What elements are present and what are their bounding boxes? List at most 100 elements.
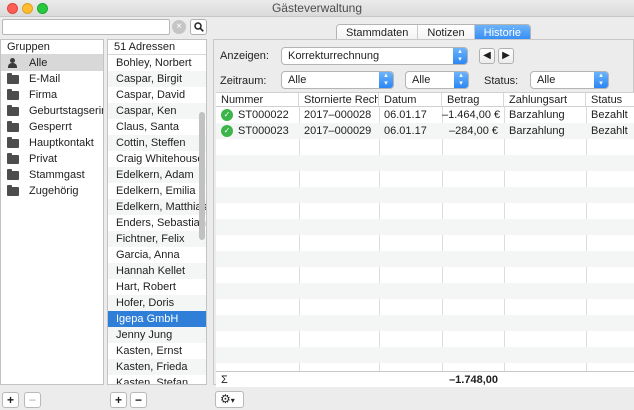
empty-row	[216, 155, 634, 171]
cell-nummer-text: ST000022	[238, 109, 289, 121]
folder-icon	[7, 136, 19, 148]
search-input[interactable]	[2, 19, 170, 35]
group-label: Hauptkontakt	[29, 137, 94, 149]
table-row[interactable]: ✓ ST000023 2017–000029 06.01.17 –284,00 €…	[216, 123, 634, 139]
column-header-datum[interactable]: Datum	[379, 93, 442, 107]
list-item[interactable]: Kasten, Ernst	[108, 343, 206, 359]
column-header-zahlungsart[interactable]: Zahlungsart	[504, 93, 586, 107]
empty-row	[216, 283, 634, 299]
next-button[interactable]: ▶	[498, 48, 514, 64]
column-header-status[interactable]: Status	[586, 93, 634, 107]
group-item-firma[interactable]: Firma	[1, 87, 103, 103]
search-button[interactable]	[190, 19, 207, 35]
status-select[interactable]: Alle ▴ ▾	[530, 71, 609, 89]
list-item[interactable]: Hofer, Doris	[108, 295, 206, 311]
list-item[interactable]: Claus, Santa	[108, 119, 206, 135]
empty-row	[216, 187, 634, 203]
empty-row	[216, 235, 634, 251]
list-item[interactable]: Garcia, Anna	[108, 247, 206, 263]
list-item[interactable]: Caspar, Ken	[108, 103, 206, 119]
paid-check-icon: ✓	[221, 109, 233, 122]
list-item[interactable]: Enders, Sebastian	[108, 215, 206, 231]
group-item-gesperrt[interactable]: Gesperrt	[1, 119, 103, 135]
list-item[interactable]: Fichtner, Felix	[108, 231, 206, 247]
sum-row: Σ –1.748,00	[216, 371, 634, 387]
history-table: Nummer Stornierte Rech… Datum Betrag Zah…	[216, 92, 634, 387]
zeitraum-value: Alle	[288, 74, 307, 86]
group-label: Gesperrt	[29, 121, 72, 133]
cell-status: Bezahlt	[591, 125, 628, 137]
add-address-button[interactable]: +	[110, 392, 127, 408]
list-item[interactable]: Hannah Kellet	[108, 263, 206, 279]
group-label: Privat	[29, 153, 58, 165]
list-item[interactable]: Caspar, David	[108, 87, 206, 103]
list-item[interactable]: Kasten, Stefan	[108, 375, 206, 384]
add-group-button[interactable]: +	[2, 392, 19, 408]
zeitraum-secondary-select[interactable]: Alle ▴ ▾	[405, 71, 469, 89]
zeitraum-secondary-value: Alle	[412, 74, 431, 86]
folder-icon	[7, 184, 19, 196]
list-item[interactable]: Edelkern, Adam	[108, 167, 206, 183]
previous-button[interactable]: ◀	[479, 48, 495, 64]
cell-datum: 06.01.17	[384, 109, 427, 121]
cell-status: Bezahlt	[591, 109, 628, 121]
address-scrollbar[interactable]	[199, 112, 205, 240]
list-item[interactable]: Edelkern, Emilia …	[108, 183, 206, 199]
group-item-privat[interactable]: Privat	[1, 151, 103, 167]
group-item-zugehoerig[interactable]: Zugehörig	[1, 183, 103, 199]
list-item[interactable]: Jenny Jung	[108, 327, 206, 343]
list-item[interactable]: Craig Whitehouse	[108, 151, 206, 167]
folder-icon	[7, 88, 19, 100]
list-item[interactable]: Edelkern, Matthias	[108, 199, 206, 215]
folder-icon	[7, 104, 19, 116]
cell-zahlungsart: Barzahlung	[509, 109, 565, 121]
search-icon	[193, 22, 204, 32]
updown-arrows-icon: ▴ ▾	[379, 72, 393, 88]
group-item-geburtstag[interactable]: Geburtstagserin…	[1, 103, 103, 119]
list-item[interactable]: Caspar, Birgit	[108, 71, 206, 87]
cell-betrag: –1.464,00 €	[442, 109, 501, 121]
empty-row	[216, 219, 634, 235]
zeitraum-select[interactable]: Alle ▴ ▾	[281, 71, 394, 89]
list-item[interactable]: Bohley, Norbert	[108, 55, 206, 71]
table-header: Nummer Stornierte Rech… Datum Betrag Zah…	[216, 93, 634, 107]
cell-storniert: 2017–000029	[304, 125, 372, 137]
group-item-stammgast[interactable]: Stammgast	[1, 167, 103, 183]
column-header-betrag[interactable]: Betrag	[442, 93, 504, 107]
column-header-stornierte-rechnung[interactable]: Stornierte Rech…	[299, 93, 379, 107]
window-title: Gästeverwaltung	[271, 1, 363, 15]
title-bar: Gästeverwaltung	[0, 0, 634, 17]
table-row[interactable]: ✓ ST000022 2017–000028 06.01.17 –1.464,00…	[216, 107, 634, 123]
folder-icon	[7, 152, 19, 164]
list-item[interactable]: Cottin, Steffen	[108, 135, 206, 151]
empty-row	[216, 267, 634, 283]
group-label: Stammgast	[29, 169, 85, 181]
remove-address-button[interactable]: −	[130, 392, 147, 408]
group-item-alle[interactable]: Alle	[1, 55, 103, 71]
address-list[interactable]: 51 Adressen Bohley, Norbert Caspar, Birg…	[107, 39, 207, 385]
group-item-hauptkontakt[interactable]: Hauptkontakt	[1, 135, 103, 151]
remove-group-button[interactable]: −	[24, 392, 41, 408]
status-label: Status:	[484, 75, 519, 87]
updown-arrows-icon: ▴ ▾	[454, 72, 468, 88]
column-header-nummer[interactable]: Nummer	[216, 93, 299, 107]
list-item[interactable]: Kasten, Frieda	[108, 359, 206, 375]
users-icon	[7, 58, 19, 68]
chevron-down-icon: ▾	[230, 396, 235, 405]
updown-arrows-icon: ▴ ▾	[594, 72, 608, 88]
anzeigen-select[interactable]: Korrekturrechnung ▴ ▾	[281, 47, 468, 65]
cell-datum: 06.01.17	[384, 125, 427, 137]
folder-icon	[7, 168, 19, 180]
empty-row	[216, 331, 634, 347]
anzeigen-value: Korrekturrechnung	[288, 50, 380, 62]
sum-symbol: Σ	[221, 374, 228, 386]
groups-list: Gruppen Alle E-Mail Firma Geburtstagseri…	[0, 39, 104, 385]
clear-search-icon[interactable]: ×	[172, 20, 186, 34]
cell-zahlungsart: Barzahlung	[509, 125, 565, 137]
group-label: Firma	[29, 89, 58, 101]
actions-menu-button[interactable]: ⚙▾	[215, 391, 244, 408]
group-item-email[interactable]: E-Mail	[1, 71, 103, 87]
list-item[interactable]: Hart, Robert	[108, 279, 206, 295]
anzeigen-label: Anzeigen:	[220, 50, 269, 62]
list-item-selected[interactable]: Igepa GmbH	[108, 311, 206, 327]
